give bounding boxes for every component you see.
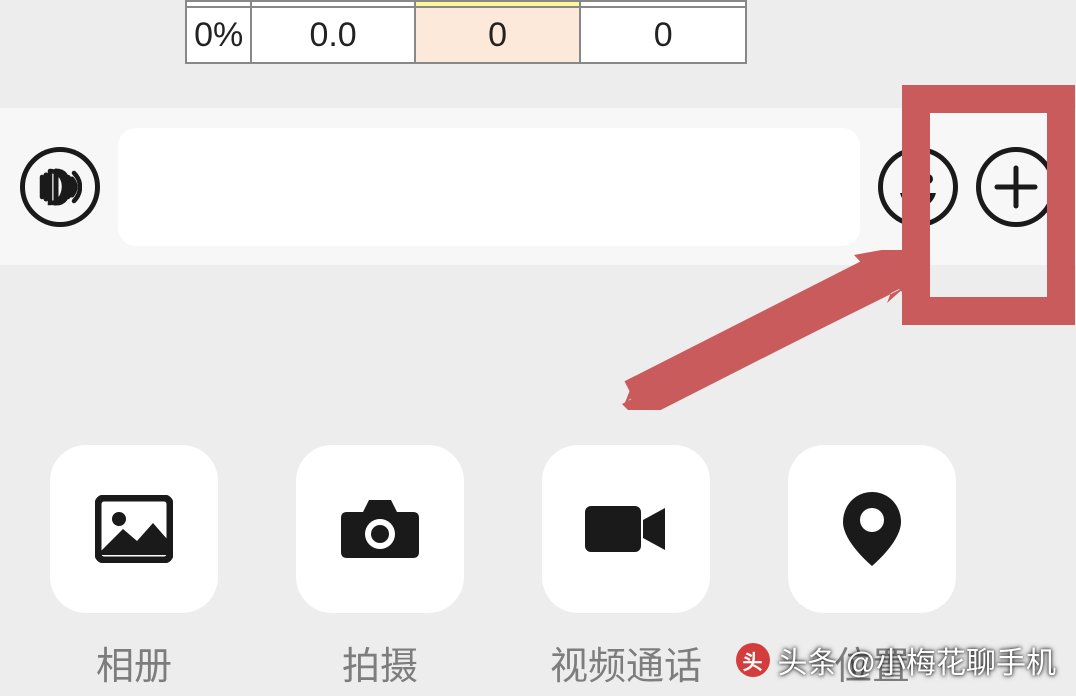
emoji-icon: [888, 157, 948, 217]
message-input-bar: [0, 108, 1076, 265]
attachment-video-call[interactable]: 视频通话: [542, 445, 710, 690]
table-cell: 0: [415, 7, 581, 63]
plus-button[interactable]: [976, 147, 1056, 227]
voice-icon: [38, 165, 82, 209]
table-cell: 0: [580, 7, 746, 63]
table-image-snippet: 0% 0.0 0 0: [185, 0, 747, 64]
watermark-account: @小梅花聊手机: [846, 638, 1056, 682]
attachment-label: 视频通话: [550, 635, 702, 690]
attachment-panel: 相册 拍摄 视频通话: [0, 265, 1076, 696]
camera-icon: [296, 445, 464, 613]
table-cell: 0.0: [251, 7, 415, 63]
chat-message-area: 0% 0.0 0 0: [0, 0, 1076, 108]
attachment-camera[interactable]: 拍摄: [296, 445, 464, 690]
watermark-prefix: 头条: [778, 638, 838, 682]
video-camera-icon: [542, 445, 710, 613]
voice-input-button[interactable]: [20, 147, 100, 227]
watermark: 头 头条 @小梅花聊手机: [736, 638, 1056, 682]
emoji-button[interactable]: [878, 147, 958, 227]
attachment-label: 相册: [96, 635, 172, 690]
message-input[interactable]: [118, 128, 860, 246]
location-pin-icon: [788, 445, 956, 613]
attachment-album[interactable]: 相册: [50, 445, 218, 690]
attachment-label: 拍摄: [342, 635, 418, 690]
plus-icon: [991, 162, 1041, 212]
watermark-logo: 头: [736, 643, 770, 677]
table-cell: 0%: [186, 7, 251, 63]
image-icon: [50, 445, 218, 613]
